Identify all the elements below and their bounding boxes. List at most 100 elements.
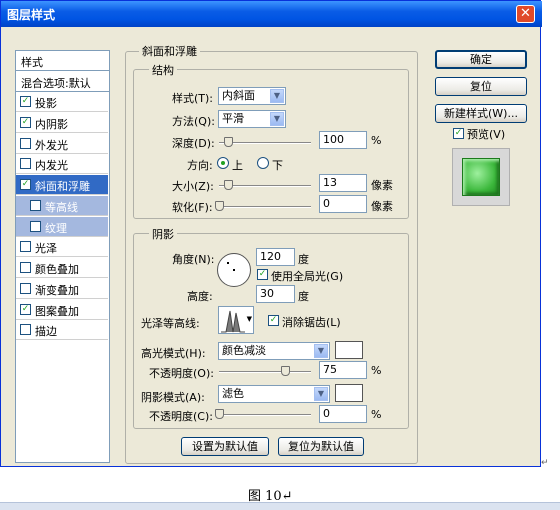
sidebar-item[interactable]: 颜色叠加 <box>16 258 108 278</box>
sidebar-item-label: 内发光 <box>35 159 68 172</box>
highlight-mode-select[interactable]: 颜色减淡 ▼ <box>218 342 330 360</box>
structure-title: 结构 <box>149 62 177 78</box>
shadow-opacity-track[interactable] <box>219 414 311 416</box>
style-preview-swatch <box>462 158 500 196</box>
sidebar-item-checkbox[interactable]: ✓ <box>20 96 31 107</box>
shadow-opacity-thumb[interactable] <box>215 409 224 419</box>
direction-up-label: 上 <box>232 159 243 172</box>
ok-button[interactable]: 确定 <box>435 50 527 69</box>
sidebar-item-label: 光泽 <box>35 242 57 255</box>
close-button[interactable]: ✕ <box>516 5 535 23</box>
global-light-checkbox[interactable]: ✓ <box>257 269 268 280</box>
sidebar-item-checkbox[interactable] <box>30 221 41 232</box>
angle-dial-marker <box>227 262 229 264</box>
sidebar-item-checkbox[interactable] <box>20 283 31 294</box>
window-title: 图层样式 <box>7 8 56 22</box>
sidebar-item[interactable]: 等高线 <box>16 196 108 216</box>
size-input[interactable]: 13 <box>319 174 367 192</box>
highlight-opacity-thumb[interactable] <box>281 366 290 376</box>
chevron-down-icon: ▼ <box>314 344 328 358</box>
gloss-contour-picker[interactable]: ▼ <box>218 306 254 334</box>
sidebar-item[interactable]: 渐变叠加 <box>16 279 108 299</box>
highlight-opacity-track[interactable] <box>219 371 311 373</box>
make-default-button[interactable]: 设置为默认值 <box>181 437 269 456</box>
depth-label: 深度(D): <box>172 137 215 150</box>
style-select[interactable]: 内斜面 ▼ <box>218 87 286 105</box>
sidebar-item-checkbox[interactable] <box>20 158 31 169</box>
altitude-label: 高度: <box>187 290 213 303</box>
angle-unit: 度 <box>298 253 309 266</box>
soften-input[interactable]: 0 <box>319 195 367 213</box>
sidebar-item-checkbox[interactable] <box>20 324 31 335</box>
chevron-down-icon: ▼ <box>270 112 284 126</box>
shadow-mode-select[interactable]: 滤色 ▼ <box>218 385 330 403</box>
sidebar-item-label: 内阴影 <box>35 118 68 131</box>
soften-slider-thumb[interactable] <box>215 201 224 211</box>
highlight-opacity-label: 不透明度(O): <box>149 367 214 380</box>
reset-button[interactable]: 复位 <box>435 77 527 96</box>
reset-to-default-button[interactable]: 复位为默认值 <box>278 437 364 456</box>
direction-label: 方向: <box>187 159 213 172</box>
new-style-button[interactable]: 新建样式(W)... <box>435 104 527 123</box>
size-unit: 像素 <box>371 179 393 192</box>
technique-label: 方法(Q): <box>172 115 215 128</box>
highlight-mode-value: 颜色减淡 <box>222 344 266 357</box>
gloss-contour-label: 光泽等高线: <box>141 317 200 330</box>
sidebar-header[interactable]: 样式 <box>16 51 109 71</box>
depth-unit: % <box>371 134 382 147</box>
soften-slider-track[interactable] <box>219 206 311 208</box>
shadow-opacity-input[interactable]: 0 <box>319 405 367 423</box>
size-slider-thumb[interactable] <box>224 180 233 190</box>
sidebar-item[interactable]: 纹理 <box>16 217 108 237</box>
sidebar-item[interactable]: ✓ 斜面和浮雕 <box>16 175 108 195</box>
altitude-input[interactable]: 30 <box>256 285 295 303</box>
depth-input[interactable]: 100 <box>319 131 367 149</box>
depth-slider-thumb[interactable] <box>224 137 233 147</box>
highlight-color-swatch[interactable] <box>335 341 363 359</box>
antialias-label: 消除锯齿(L) <box>282 316 341 329</box>
paragraph-mark: ↵ <box>541 458 549 468</box>
direction-up-radio[interactable] <box>217 157 229 169</box>
sidebar-item-label: 等高线 <box>45 201 78 214</box>
style-select-value: 内斜面 <box>222 89 255 102</box>
technique-select-value: 平滑 <box>222 112 244 125</box>
sidebar-blend-options[interactable]: 混合选项:默认 <box>16 72 109 92</box>
antialias-checkbox[interactable]: ✓ <box>268 315 279 326</box>
highlight-opacity-input[interactable]: 75 <box>319 361 367 379</box>
shadow-color-swatch[interactable] <box>335 384 363 402</box>
technique-select[interactable]: 平滑 ▼ <box>218 110 286 128</box>
sidebar-item-checkbox[interactable]: ✓ <box>20 304 31 315</box>
sidebar-blend-label: 混合选项:默认 <box>21 77 91 90</box>
sidebar-item-checkbox[interactable] <box>20 138 31 149</box>
sidebar-item-checkbox[interactable] <box>20 262 31 273</box>
title-bar[interactable]: 图层样式 ✕ <box>1 1 542 27</box>
chevron-down-icon: ▼ <box>270 89 284 103</box>
sidebar-item-checkbox[interactable] <box>20 241 31 252</box>
shadow-opacity-label: 不透明度(C): <box>149 410 213 423</box>
sidebar-item-checkbox[interactable]: ✓ <box>20 179 31 190</box>
shadow-mode-value: 滤色 <box>222 387 244 400</box>
sidebar-item[interactable]: ✓ 投影 <box>16 92 108 112</box>
sidebar-item[interactable]: 光泽 <box>16 237 108 257</box>
sidebar-item[interactable]: 描边 <box>16 320 108 340</box>
contour-graph-icon <box>221 310 245 333</box>
sidebar-item-checkbox[interactable] <box>30 200 41 211</box>
preview-checkbox[interactable]: ✓ <box>453 128 464 139</box>
sidebar-item-label: 图案叠加 <box>35 305 79 318</box>
sidebar-item-label: 外发光 <box>35 139 68 152</box>
shading-title: 阴影 <box>149 226 177 242</box>
sidebar-item[interactable]: ✓ 内阴影 <box>16 113 108 133</box>
highlight-opacity-unit: % <box>371 364 382 377</box>
sidebar-item[interactable]: 内发光 <box>16 154 108 174</box>
angle-input[interactable]: 120 <box>256 248 295 266</box>
angle-dial-center <box>233 269 235 271</box>
sidebar-item[interactable]: 外发光 <box>16 134 108 154</box>
direction-down-radio[interactable] <box>257 157 269 169</box>
shadow-mode-label: 阴影模式(A): <box>141 391 205 404</box>
sidebar-item-checkbox[interactable]: ✓ <box>20 117 31 128</box>
sidebar-item[interactable]: ✓ 图案叠加 <box>16 300 108 320</box>
angle-dial[interactable] <box>217 253 251 287</box>
soften-label: 软化(F): <box>172 201 213 214</box>
sidebar-item-label: 描边 <box>35 325 57 338</box>
sidebar-item-label: 渐变叠加 <box>35 284 79 297</box>
